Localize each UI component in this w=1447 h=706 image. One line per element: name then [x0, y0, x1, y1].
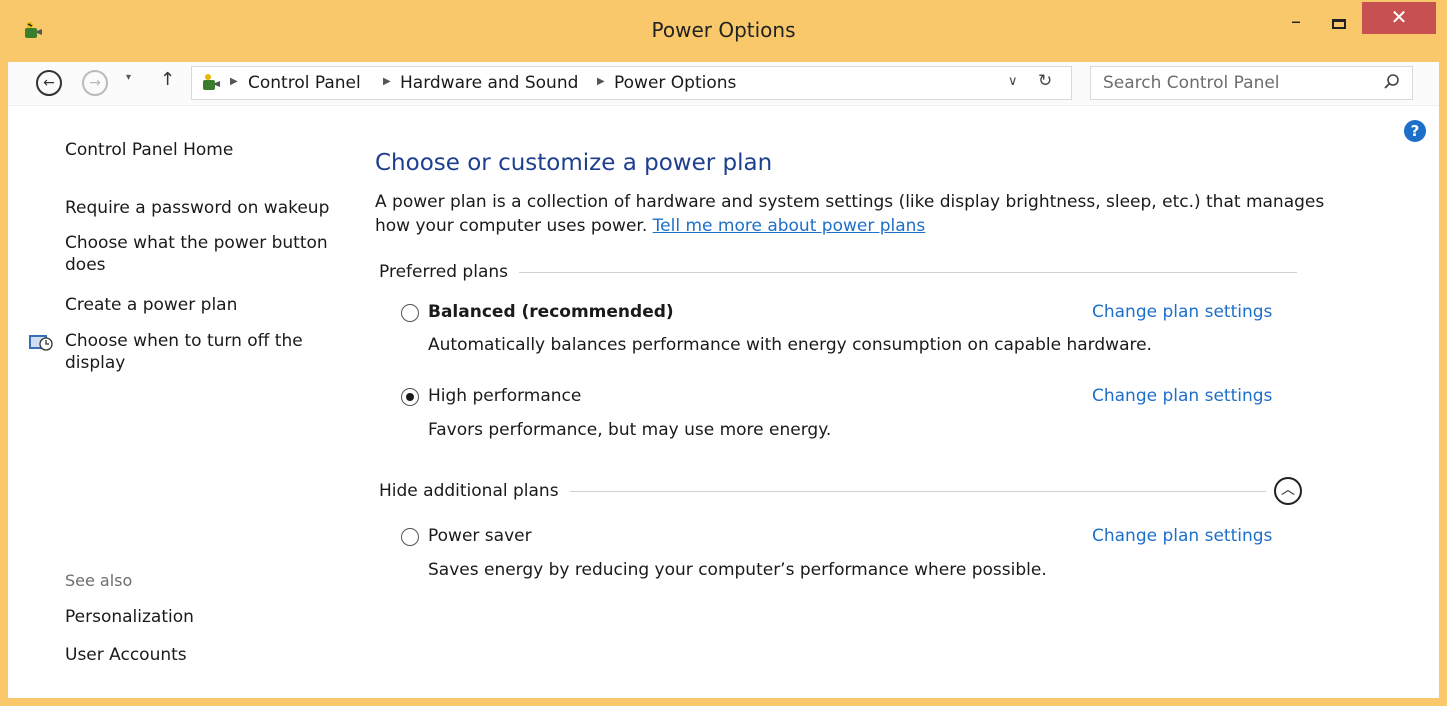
see-also-label: See also: [65, 571, 133, 590]
chevron-up-icon[interactable]: ︿: [1274, 477, 1302, 505]
tell-me-more-link[interactable]: Tell me more about power plans: [653, 216, 926, 236]
plan-name-power-saver: Power saver: [428, 526, 532, 546]
maximize-button[interactable]: [1323, 8, 1353, 38]
minimize-button[interactable]: –: [1276, 8, 1316, 38]
plan-desc-high-performance: Favors performance, but may use more ene…: [428, 420, 832, 440]
divider: [519, 272, 1297, 273]
search-icon[interactable]: [1383, 73, 1401, 91]
breadcrumb-hardware-and-sound[interactable]: Hardware and Sound: [400, 73, 578, 93]
plan-name-high-performance: High performance: [428, 386, 582, 406]
see-also-personalization[interactable]: Personalization: [65, 606, 194, 628]
back-button[interactable]: ←: [36, 70, 62, 96]
hide-additional-plans-label[interactable]: Hide additional plans: [379, 481, 559, 501]
breadcrumb-chevron-icon[interactable]: ▶: [597, 76, 605, 87]
address-bar[interactable]: ▶ Control Panel ▶ Hardware and Sound ▶ P…: [191, 66, 1072, 100]
window: Power Options – ✕ ← → ▾ ↑ ▶ Control Pane…: [0, 0, 1447, 706]
help-icon[interactable]: ?: [1404, 120, 1426, 142]
forward-button[interactable]: →: [82, 70, 108, 96]
search-placeholder: Search Control Panel: [1103, 73, 1280, 93]
change-plan-settings-high-performance[interactable]: Change plan settings: [1092, 386, 1272, 406]
breadcrumb-chevron-icon[interactable]: ▶: [383, 76, 391, 87]
change-plan-settings-power-saver[interactable]: Change plan settings: [1092, 526, 1272, 546]
radio-power-saver[interactable]: [401, 528, 419, 546]
navigation-bar: ← → ▾ ↑ ▶ Control Panel ▶ Hardware and S…: [8, 62, 1439, 106]
display-timer-icon: [29, 335, 53, 351]
divider: [570, 491, 1266, 492]
see-also-user-accounts[interactable]: User Accounts: [65, 644, 187, 666]
up-button[interactable]: ↑: [160, 69, 175, 90]
sidebar-item-require-password[interactable]: Require a password on wakeup: [65, 197, 329, 219]
maximize-icon: [1332, 19, 1346, 29]
content-pane: ? Control Panel Home Require a password …: [8, 106, 1439, 698]
sidebar-item-control-panel-home[interactable]: Control Panel Home: [65, 139, 233, 161]
plan-desc-balanced: Automatically balances performance with …: [428, 335, 1152, 355]
breadcrumb-chevron-icon[interactable]: ▶: [230, 76, 238, 87]
preferred-plans-label: Preferred plans: [379, 262, 508, 282]
recent-locations-button[interactable]: ▾: [126, 72, 131, 83]
page-title: Choose or customize a power plan: [375, 150, 773, 176]
radio-high-performance[interactable]: [401, 388, 419, 406]
plan-name-balanced: Balanced (recommended): [428, 302, 674, 322]
intro-text: A power plan is a collection of hardware…: [375, 190, 1335, 238]
radio-balanced[interactable]: [401, 304, 419, 322]
sidebar-item-turn-off-display[interactable]: Choose when to turn off the display: [65, 330, 345, 374]
plan-desc-power-saver: Saves energy by reducing your computer’s…: [428, 560, 1047, 580]
change-plan-settings-balanced[interactable]: Change plan settings: [1092, 302, 1272, 322]
power-options-icon: [203, 74, 220, 90]
window-title: Power Options: [651, 18, 796, 42]
chevron-down-icon[interactable]: ∨: [1008, 74, 1018, 89]
close-button[interactable]: ✕: [1362, 2, 1436, 34]
refresh-icon[interactable]: ↻: [1038, 71, 1052, 91]
breadcrumb-control-panel[interactable]: Control Panel: [248, 73, 361, 93]
search-input[interactable]: Search Control Panel: [1090, 66, 1413, 100]
sidebar-item-power-button[interactable]: Choose what the power button does: [65, 232, 345, 276]
breadcrumb-power-options[interactable]: Power Options: [614, 73, 736, 93]
title-bar: Power Options – ✕: [0, 0, 1447, 62]
sidebar-item-create-power-plan[interactable]: Create a power plan: [65, 294, 237, 316]
